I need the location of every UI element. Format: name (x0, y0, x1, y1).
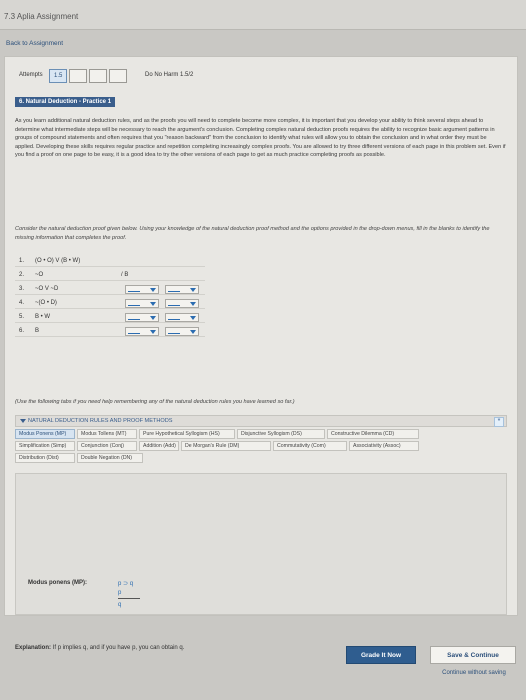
tab-constructive-dilemma[interactable]: Constructive Dilemma (CD) (327, 429, 419, 439)
blank-line (168, 319, 180, 320)
rule-premise-1: p ⊃ q (118, 581, 134, 587)
blank-line (168, 333, 180, 334)
blank-line (128, 333, 140, 334)
chevron-down-icon (150, 330, 156, 334)
rule-conclusion: q (118, 602, 122, 608)
tab-distribution[interactable]: Distribution (Dist) (15, 453, 75, 463)
tab-modus-tollens[interactable]: Modus Tollens (MT) (77, 429, 137, 439)
statement: ~(O • D) (35, 300, 57, 306)
rule-name: Modus ponens (MP): (28, 580, 87, 586)
proof-row-6: 6. B (15, 327, 205, 337)
rule-premise-2: p (118, 590, 122, 596)
grade-it-now-button[interactable]: Grade It Now (346, 646, 416, 664)
chevron-down-icon (150, 302, 156, 306)
tab-de-morgans[interactable]: De Morgan's Rule (DM) (181, 441, 271, 451)
statement: (O • O) V (B • W) (35, 258, 81, 264)
attempt-box-2[interactable] (69, 69, 87, 83)
line-number: 4. (19, 300, 25, 306)
chevron-down-icon (190, 316, 196, 320)
attempt-box-3[interactable] (89, 69, 107, 83)
explanation-label: Explanation: (15, 645, 52, 651)
chevron-down-icon (190, 330, 196, 334)
chevron-down-icon (190, 302, 196, 306)
back-to-assignment-link[interactable]: Back to Assignment (6, 40, 63, 47)
line-number: 5. (19, 314, 25, 320)
attempts-row: Attempts 1.5 Do No Harm 1.5/2 (15, 69, 315, 83)
statement: ~O (35, 272, 44, 278)
explanation-text: If p implies q, and if you have p, you c… (52, 645, 185, 651)
justification-select-4a[interactable] (125, 299, 159, 308)
statement: ~O V ~D (35, 286, 59, 292)
chevron-down-icon (150, 288, 156, 292)
justification-select-3a[interactable] (125, 285, 159, 294)
justification-select-5a[interactable] (125, 313, 159, 322)
justification-select-6a[interactable] (125, 327, 159, 336)
tabs-hint-text: (Use the following tabs if you need help… (15, 399, 295, 405)
justification-select-5b[interactable] (165, 313, 199, 322)
triangle-down-icon (20, 419, 26, 423)
proof-row-1: 1. (O • O) V (B • W) (15, 257, 205, 267)
tab-disjunctive-syllogism[interactable]: Disjunctive Syllogism (DS) (237, 429, 325, 439)
statement: B (35, 328, 40, 334)
intro-text: As you learn additional natural deductio… (15, 118, 506, 159)
do-no-harm-label: Do No Harm 1.5/2 (145, 72, 194, 78)
tab-associativity[interactable]: Associativity (Assoc) (349, 441, 419, 451)
line-number: 1. (19, 258, 25, 264)
continue-without-saving-link[interactable]: Continue without saving (436, 670, 512, 676)
tab-double-negation[interactable]: Double Negation (DN) (77, 453, 143, 463)
tab-addition[interactable]: Addition (Add) (139, 441, 179, 451)
blank-line (128, 319, 140, 320)
blank-line (128, 291, 140, 292)
line-number: 3. (19, 286, 25, 292)
tab-conjunction[interactable]: Conjunction (Conj) (77, 441, 137, 451)
blank-line (128, 305, 140, 306)
attempt-box-4[interactable] (109, 69, 127, 83)
justification-select-6b[interactable] (165, 327, 199, 336)
app-title: 7.3 Aplia Assignment (4, 12, 79, 21)
proof-row-5: 5. B • W (15, 313, 205, 323)
attempts-label: Attempts (19, 72, 43, 78)
statement: B • W (35, 314, 51, 320)
justification: / B (121, 272, 129, 278)
top-bar: 7.3 Aplia Assignment (0, 0, 526, 30)
question-panel: Attempts 1.5 Do No Harm 1.5/2 6. Natural… (4, 56, 518, 651)
rules-tabs: Modus Ponens (MP) Modus Tollens (MT) Pur… (15, 429, 507, 465)
rule-content: Modus ponens (MP): p ⊃ q p q (28, 564, 178, 618)
proof-row-3: 3. ~O V ~D (15, 285, 205, 295)
blank-line (168, 305, 180, 306)
line-number: 2. (19, 272, 25, 278)
line-number: 6. (19, 328, 25, 334)
rule-divider (118, 598, 140, 599)
justification-select-3b[interactable] (165, 285, 199, 294)
chevron-down-icon (190, 288, 196, 292)
proof-row-4: 4. ~(O • D) (15, 299, 205, 309)
star-icon[interactable]: * (494, 417, 504, 427)
tab-hypothetical-syllogism[interactable]: Pure Hypothetical Syllogism (HS) (139, 429, 235, 439)
tab-modus-ponens[interactable]: Modus Ponens (MP) (15, 429, 75, 439)
rules-header-title: NATURAL DEDUCTION RULES AND PROOF METHOD… (28, 418, 173, 424)
rule-lines: p ⊃ q p q (118, 574, 168, 614)
section-tag: 6. Natural Deduction - Practice 1 (15, 97, 116, 107)
rule-detail-panel: Modus ponens (MP): p ⊃ q p q (15, 473, 507, 615)
save-and-continue-button[interactable]: Save & Continue (430, 646, 516, 664)
tab-commutativity[interactable]: Commutativity (Com) (273, 441, 347, 451)
attempt-box-1[interactable]: 1.5 (49, 69, 67, 83)
proof-table: 1. (O • O) V (B • W) 2. ~O / B 3. ~O V ~… (15, 257, 215, 377)
attempt-current: 1.5 (54, 73, 63, 79)
tab-simplification[interactable]: Simplification (Simp) (15, 441, 75, 451)
proof-row-2: 2. ~O / B (15, 271, 205, 281)
blank-line (168, 291, 180, 292)
justification-select-4b[interactable] (165, 299, 199, 308)
instructions-text: Consider the natural deduction proof giv… (15, 226, 490, 241)
chevron-down-icon (150, 316, 156, 320)
rules-accordion-header[interactable]: NATURAL DEDUCTION RULES AND PROOF METHOD… (15, 415, 507, 427)
